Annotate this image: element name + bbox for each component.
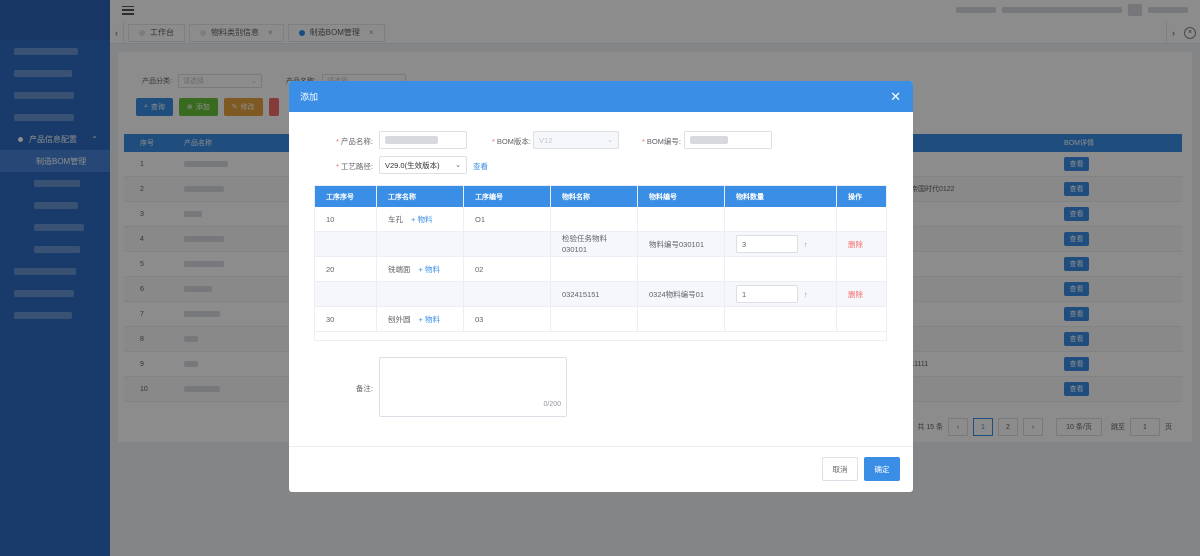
col-material-name: 物料名称	[551, 186, 638, 207]
confirm-button[interactable]: 确定	[864, 457, 900, 481]
col-action: 操作	[848, 193, 862, 201]
bom-version-label: * BOM版本:	[491, 137, 531, 146]
remark-label: 备注:	[355, 384, 373, 393]
bom-version-select[interactable]: V12 ⌄	[533, 131, 619, 149]
material-code: 0324物料编号01	[649, 289, 705, 299]
process-name: 刨外圆	[388, 314, 411, 324]
col-material-qty: 物料数量	[725, 186, 837, 207]
material-qty-value: 1	[742, 289, 747, 299]
bom-code-input[interactable]	[684, 131, 772, 149]
process-seq: 30	[326, 314, 335, 324]
process-code: O1	[475, 214, 486, 224]
material-code: 物料编号030101	[649, 239, 705, 249]
arrow-up-icon[interactable]: ↑	[804, 240, 808, 249]
add-material-link[interactable]: + 物料	[419, 314, 440, 325]
dialog-title: 添加	[300, 92, 319, 102]
add-bom-dialog: 添加 ✕ * 产品名称: * BOM版本: V12 ⌄ * BOM编号: * 工艺路径:…	[289, 81, 913, 492]
material-qty-value: 3	[742, 239, 747, 249]
route-label-text: 工艺路径:	[340, 162, 373, 171]
process-row: 10 车孔 + 物料 O1	[315, 207, 886, 232]
process-code: 02	[475, 264, 484, 274]
process-table-header: 工序序号 工序名称 工序编号 物料名称 物料编号 物料数量 操作	[315, 186, 886, 207]
process-seq: 10	[326, 214, 335, 224]
close-icon[interactable]: ✕	[890, 89, 901, 105]
add-material-link[interactable]: + 物料	[419, 264, 440, 275]
bom-version-label-text: BOM版本:	[496, 137, 531, 146]
process-seq: 20	[326, 264, 335, 274]
dialog-footer	[289, 446, 913, 447]
process-name: 车孔	[388, 214, 403, 224]
bom-version-value: V12	[539, 135, 553, 145]
remark-counter: 0/200	[543, 401, 561, 408]
process-name: 铣端面	[388, 264, 411, 274]
process-row: 20 铣端面 + 物料 02	[315, 257, 886, 282]
delete-material-link[interactable]: 删除	[848, 239, 863, 250]
view-route-link[interactable]: 查看	[473, 161, 488, 172]
bom-code-label-text: BOM编号:	[646, 137, 681, 146]
chevron-down-icon: ⌄	[455, 162, 461, 169]
route-label: * 工艺路径:	[335, 162, 373, 171]
material-qty-input[interactable]: 3	[736, 235, 798, 253]
product-name-label-text: 产品名称:	[340, 137, 373, 146]
chevron-down-icon: ⌄	[607, 137, 613, 144]
process-material-table: 工序序号 工序名称 工序编号 物料名称 物料编号 物料数量 操作 10 车孔 + 物…	[314, 185, 887, 341]
remark-textarea[interactable]: 0/200	[379, 357, 567, 417]
bom-code-label: * BOM编号:	[641, 137, 681, 146]
product-name-label: * 产品名称:	[335, 137, 373, 146]
route-value: V29.0(生效版本)	[385, 160, 440, 170]
arrow-up-icon[interactable]: ↑	[804, 290, 808, 299]
material-row: 检验任务物料030101 物料编号030101 3 ↑ 删除	[315, 232, 886, 257]
material-qty-input[interactable]: 1	[736, 285, 798, 303]
add-material-link[interactable]: + 物料	[411, 214, 432, 225]
col-material-code: 物料编号	[638, 186, 725, 207]
delete-material-link[interactable]: 删除	[848, 289, 863, 300]
dialog-header: 添加 ✕	[289, 81, 913, 112]
col-seq: 工序序号	[315, 186, 377, 207]
col-process-code: 工序编号	[464, 186, 551, 207]
material-row: 032415151 0324物料编号01 1 ↑ 删除	[315, 282, 886, 307]
product-name-input[interactable]	[379, 131, 467, 149]
cancel-button[interactable]: 取消	[822, 457, 858, 481]
route-select[interactable]: V29.0(生效版本) ⌄	[379, 156, 467, 174]
material-name: 检验任务物料030101	[562, 234, 607, 254]
material-name: 032415151	[562, 289, 600, 299]
process-row: 30 刨外圆 + 物料 03	[315, 307, 886, 332]
process-code: 03	[475, 314, 484, 324]
col-process-name: 工序名称	[377, 186, 464, 207]
